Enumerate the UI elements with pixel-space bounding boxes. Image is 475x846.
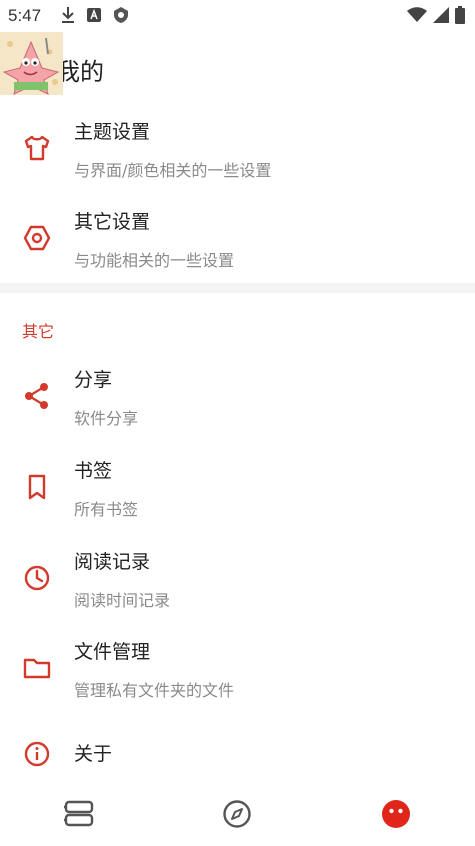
list-item-file-manager[interactable]: 文件管理 管理私有文件夹的文件 bbox=[0, 622, 475, 712]
section-divider bbox=[0, 283, 475, 293]
bottom-nav bbox=[0, 786, 475, 846]
item-title: 阅读记录 bbox=[74, 551, 151, 573]
list-item-share[interactable]: 分享 软件分享 bbox=[0, 350, 475, 440]
status-time: 5:47 bbox=[8, 6, 42, 25]
download-icon bbox=[60, 6, 76, 28]
clock-icon bbox=[22, 563, 52, 593]
profile-face-icon bbox=[381, 799, 411, 833]
list-item-bookmarks[interactable]: 书签 所有书签 bbox=[0, 441, 475, 531]
avatar[interactable] bbox=[0, 32, 63, 95]
list-item-about[interactable]: 关于 bbox=[0, 712, 475, 786]
list-item-theme-settings[interactable]: 主题设置 与界面/颜色相关的一些设置 bbox=[0, 102, 475, 192]
shirt-icon bbox=[22, 133, 52, 163]
nav-explore[interactable] bbox=[217, 796, 257, 836]
info-icon bbox=[22, 739, 52, 769]
hexagon-settings-icon bbox=[22, 223, 52, 253]
item-title: 主题设置 bbox=[74, 121, 151, 143]
nav-bookshelf[interactable] bbox=[59, 796, 99, 836]
bookmark-icon bbox=[22, 472, 52, 502]
nav-profile[interactable] bbox=[376, 796, 416, 836]
item-subtitle: 软件分享 bbox=[74, 409, 139, 428]
signal-icon bbox=[433, 7, 449, 27]
explore-compass-icon bbox=[222, 799, 252, 833]
page-title: 我的 bbox=[56, 58, 104, 86]
share-icon bbox=[22, 381, 52, 411]
item-subtitle: 阅读时间记录 bbox=[74, 591, 171, 610]
settings-section: 主题设置 与界面/颜色相关的一些设置 其它设置 与功能相关的一些设置 bbox=[0, 100, 475, 283]
font-a-icon bbox=[86, 7, 102, 27]
item-title: 文件管理 bbox=[74, 641, 151, 663]
battery-icon bbox=[455, 6, 465, 28]
item-subtitle: 与界面/颜色相关的一些设置 bbox=[74, 161, 272, 180]
folder-icon bbox=[22, 653, 52, 683]
item-title: 关于 bbox=[74, 743, 113, 765]
list-item-reading-history[interactable]: 阅读记录 阅读时间记录 bbox=[0, 532, 475, 622]
list-item-other-settings[interactable]: 其它设置 与功能相关的一些设置 bbox=[0, 192, 475, 282]
item-title: 分享 bbox=[74, 369, 113, 391]
shield-icon bbox=[112, 6, 130, 28]
section-header-other: 其它 bbox=[22, 322, 55, 341]
bookshelf-icon bbox=[63, 800, 95, 832]
item-subtitle: 管理私有文件夹的文件 bbox=[74, 681, 235, 700]
item-title: 其它设置 bbox=[74, 211, 151, 233]
status-bar: 5:47 bbox=[0, 0, 475, 32]
item-title: 书签 bbox=[74, 460, 113, 482]
wifi-icon bbox=[407, 7, 427, 27]
item-subtitle: 所有书签 bbox=[74, 500, 139, 519]
item-subtitle: 与功能相关的一些设置 bbox=[74, 251, 235, 270]
